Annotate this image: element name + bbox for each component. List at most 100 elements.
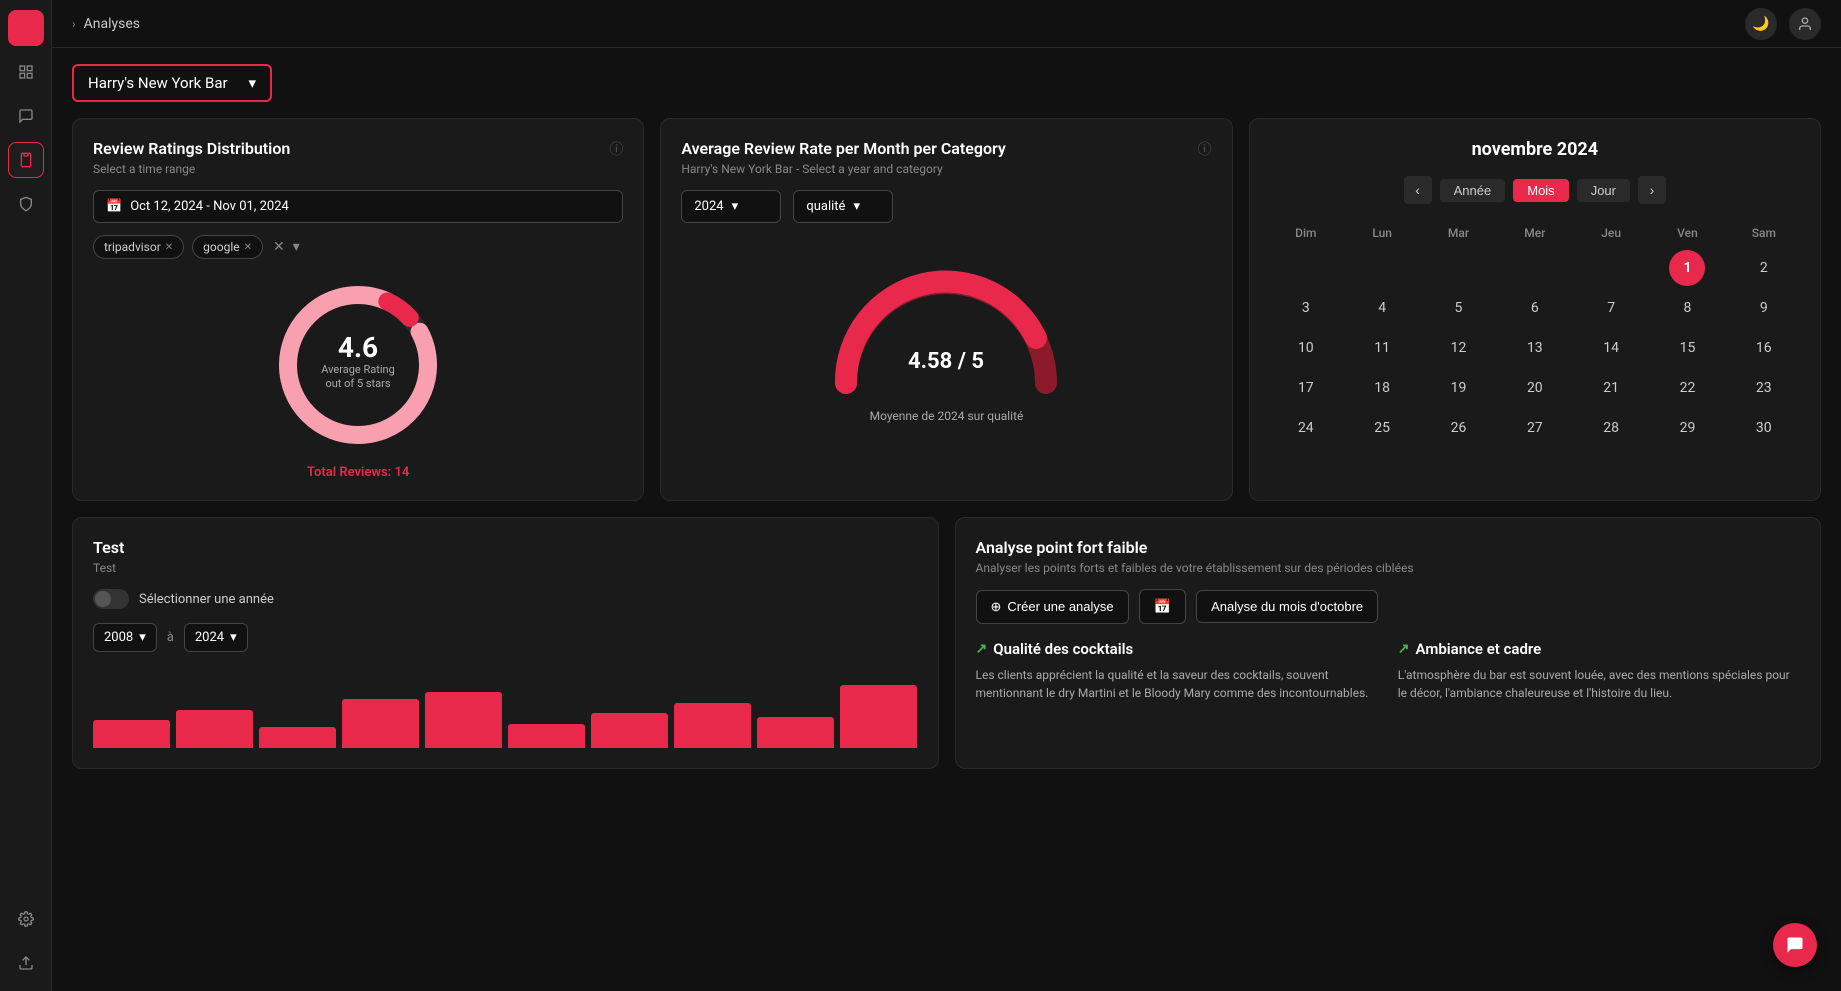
date-range-picker[interactable]: 📅 Oct 12, 2024 - Nov 01, 2024 bbox=[93, 190, 623, 223]
tripadvisor-tag[interactable]: tripadvisor ✕ bbox=[93, 235, 184, 259]
sidebar bbox=[0, 0, 52, 991]
bar-7 bbox=[591, 713, 668, 748]
chat-bubble-button[interactable] bbox=[1773, 923, 1817, 967]
cal-day-30[interactable]: 30 bbox=[1746, 410, 1782, 446]
bar-6 bbox=[508, 724, 585, 749]
category-value: qualité bbox=[806, 199, 845, 214]
year-range-separator: à bbox=[167, 630, 174, 645]
calendar-month-view-button[interactable]: Mois bbox=[1513, 179, 1568, 202]
col2-title-row: ↗ Ambiance et cadre bbox=[1398, 640, 1800, 658]
cal-day-5[interactable]: 5 bbox=[1440, 290, 1476, 326]
plus-icon: ⊕ bbox=[991, 599, 1002, 615]
calendar-year-view-button[interactable]: Année bbox=[1440, 179, 1506, 202]
year-from-select[interactable]: 2008 ▾ bbox=[93, 623, 157, 652]
cal-day-28[interactable]: 28 bbox=[1593, 410, 1629, 446]
tags-expand-icon[interactable]: ▾ bbox=[293, 239, 300, 255]
sidebar-item-chat[interactable] bbox=[8, 98, 44, 134]
google-tag[interactable]: google ✕ bbox=[192, 235, 263, 259]
review-ratings-subtitle: Select a time range bbox=[93, 162, 290, 176]
cal-day-2[interactable]: 2 bbox=[1746, 250, 1782, 286]
year-to-select[interactable]: 2024 ▾ bbox=[184, 623, 248, 652]
calendar-prev-button[interactable]: ‹ bbox=[1404, 176, 1432, 204]
breadcrumb-label: Analyses bbox=[84, 16, 140, 32]
cal-empty-2 bbox=[1364, 250, 1400, 286]
test-card: Test Test Sélectionner une année 2008 ▾ … bbox=[72, 517, 939, 769]
theme-toggle-button[interactable]: 🌙 bbox=[1745, 8, 1777, 40]
year-chevron-icon: ▾ bbox=[732, 199, 739, 214]
calendar-month-year: novembre 2024 bbox=[1270, 139, 1800, 160]
category-select[interactable]: qualité ▾ bbox=[793, 190, 893, 223]
cal-day-8[interactable]: 8 bbox=[1669, 290, 1705, 326]
cal-day-24[interactable]: 24 bbox=[1288, 410, 1324, 446]
review-ratings-info-icon[interactable]: ⓘ bbox=[609, 139, 623, 159]
calendar-day-view-button[interactable]: Jour bbox=[1577, 179, 1630, 202]
calendar-next-button[interactable]: › bbox=[1638, 176, 1666, 204]
calendar-icon: 📅 bbox=[106, 199, 122, 214]
bar-5 bbox=[425, 692, 502, 748]
sidebar-item-home[interactable] bbox=[8, 10, 44, 46]
cal-day-9[interactable]: 9 bbox=[1746, 290, 1782, 326]
sidebar-item-clipboard[interactable] bbox=[8, 142, 44, 178]
cal-day-4[interactable]: 4 bbox=[1364, 290, 1400, 326]
cal-day-12[interactable]: 12 bbox=[1440, 330, 1476, 366]
cal-day-13[interactable]: 13 bbox=[1517, 330, 1553, 366]
bar-3 bbox=[259, 727, 336, 748]
cal-day-21[interactable]: 21 bbox=[1593, 370, 1629, 406]
bar-9 bbox=[757, 717, 834, 749]
cal-day-18[interactable]: 18 bbox=[1364, 370, 1400, 406]
venue-chevron-icon: ▾ bbox=[248, 74, 256, 92]
cal-day-23[interactable]: 23 bbox=[1746, 370, 1782, 406]
year-from-value: 2008 bbox=[104, 630, 133, 645]
avg-review-info-icon[interactable]: ⓘ bbox=[1198, 139, 1212, 159]
cal-day-10[interactable]: 10 bbox=[1288, 330, 1324, 366]
donut-chart: 4.6 Average Rating out of 5 stars bbox=[268, 275, 448, 455]
create-analysis-button[interactable]: ⊕ Créer une analyse bbox=[976, 590, 1129, 624]
google-label: google bbox=[203, 240, 239, 254]
topbar: › Analyses 🌙 bbox=[52, 0, 1841, 48]
cal-day-22[interactable]: 22 bbox=[1669, 370, 1705, 406]
topbar-actions: 🌙 bbox=[1745, 8, 1821, 40]
total-reviews-value: 14 bbox=[394, 465, 409, 480]
user-profile-button[interactable] bbox=[1789, 8, 1821, 40]
cal-day-20[interactable]: 20 bbox=[1517, 370, 1553, 406]
gauge-chart: 4.58 / 5 bbox=[826, 263, 1066, 403]
year-value: 2024 bbox=[694, 199, 723, 214]
year-select[interactable]: 2024 ▾ bbox=[681, 190, 781, 223]
col2-trend-icon: ↗ bbox=[1398, 641, 1410, 657]
cal-day-26[interactable]: 26 bbox=[1440, 410, 1476, 446]
cal-day-6[interactable]: 6 bbox=[1517, 290, 1553, 326]
cal-day-16[interactable]: 16 bbox=[1746, 330, 1782, 366]
sidebar-item-settings[interactable] bbox=[8, 901, 44, 937]
year-toggle-switch[interactable] bbox=[93, 589, 129, 609]
venue-name: Harry's New York Bar bbox=[88, 74, 228, 92]
gauge-chart-container: 4.58 / 5 Moyenne de 2024 sur qualité bbox=[681, 243, 1211, 443]
google-remove-icon[interactable]: ✕ bbox=[244, 242, 252, 253]
create-analysis-label: Créer une analyse bbox=[1007, 599, 1113, 614]
cal-day-14[interactable]: 14 bbox=[1593, 330, 1629, 366]
cal-day-25[interactable]: 25 bbox=[1364, 410, 1400, 446]
cal-day-15[interactable]: 15 bbox=[1669, 330, 1705, 366]
cal-day-17[interactable]: 17 bbox=[1288, 370, 1324, 406]
venue-dropdown[interactable]: Harry's New York Bar ▾ bbox=[72, 64, 272, 102]
cal-day-11[interactable]: 11 bbox=[1364, 330, 1400, 366]
avg-review-title: Average Review Rate per Month per Catego… bbox=[681, 139, 1006, 158]
cal-day-3[interactable]: 3 bbox=[1288, 290, 1324, 326]
calendar-icon-button[interactable]: 📅 bbox=[1139, 589, 1186, 624]
cal-header-thu: Jeu bbox=[1575, 220, 1647, 246]
cal-header-sat: Sam bbox=[1728, 220, 1800, 246]
sidebar-item-shield[interactable] bbox=[8, 186, 44, 222]
cal-header-wed: Mer bbox=[1499, 220, 1571, 246]
cal-day-29[interactable]: 29 bbox=[1669, 410, 1705, 446]
avg-review-subtitle: Harry's New York Bar - Select a year and… bbox=[681, 162, 1006, 176]
cal-day-7[interactable]: 7 bbox=[1593, 290, 1629, 326]
year-from-chevron: ▾ bbox=[139, 630, 146, 645]
tags-clear-icon[interactable]: ✕ bbox=[273, 239, 285, 255]
cal-day-19[interactable]: 19 bbox=[1440, 370, 1476, 406]
tripadvisor-remove-icon[interactable]: ✕ bbox=[165, 242, 173, 253]
year-toggle-row: Sélectionner une année bbox=[93, 589, 918, 609]
sidebar-item-export[interactable] bbox=[8, 945, 44, 981]
sidebar-item-grid[interactable] bbox=[8, 54, 44, 90]
cal-day-27[interactable]: 27 bbox=[1517, 410, 1553, 446]
cal-day-1[interactable]: 1 bbox=[1669, 250, 1705, 286]
october-analysis-button[interactable]: Analyse du mois d'octobre bbox=[1196, 590, 1378, 623]
